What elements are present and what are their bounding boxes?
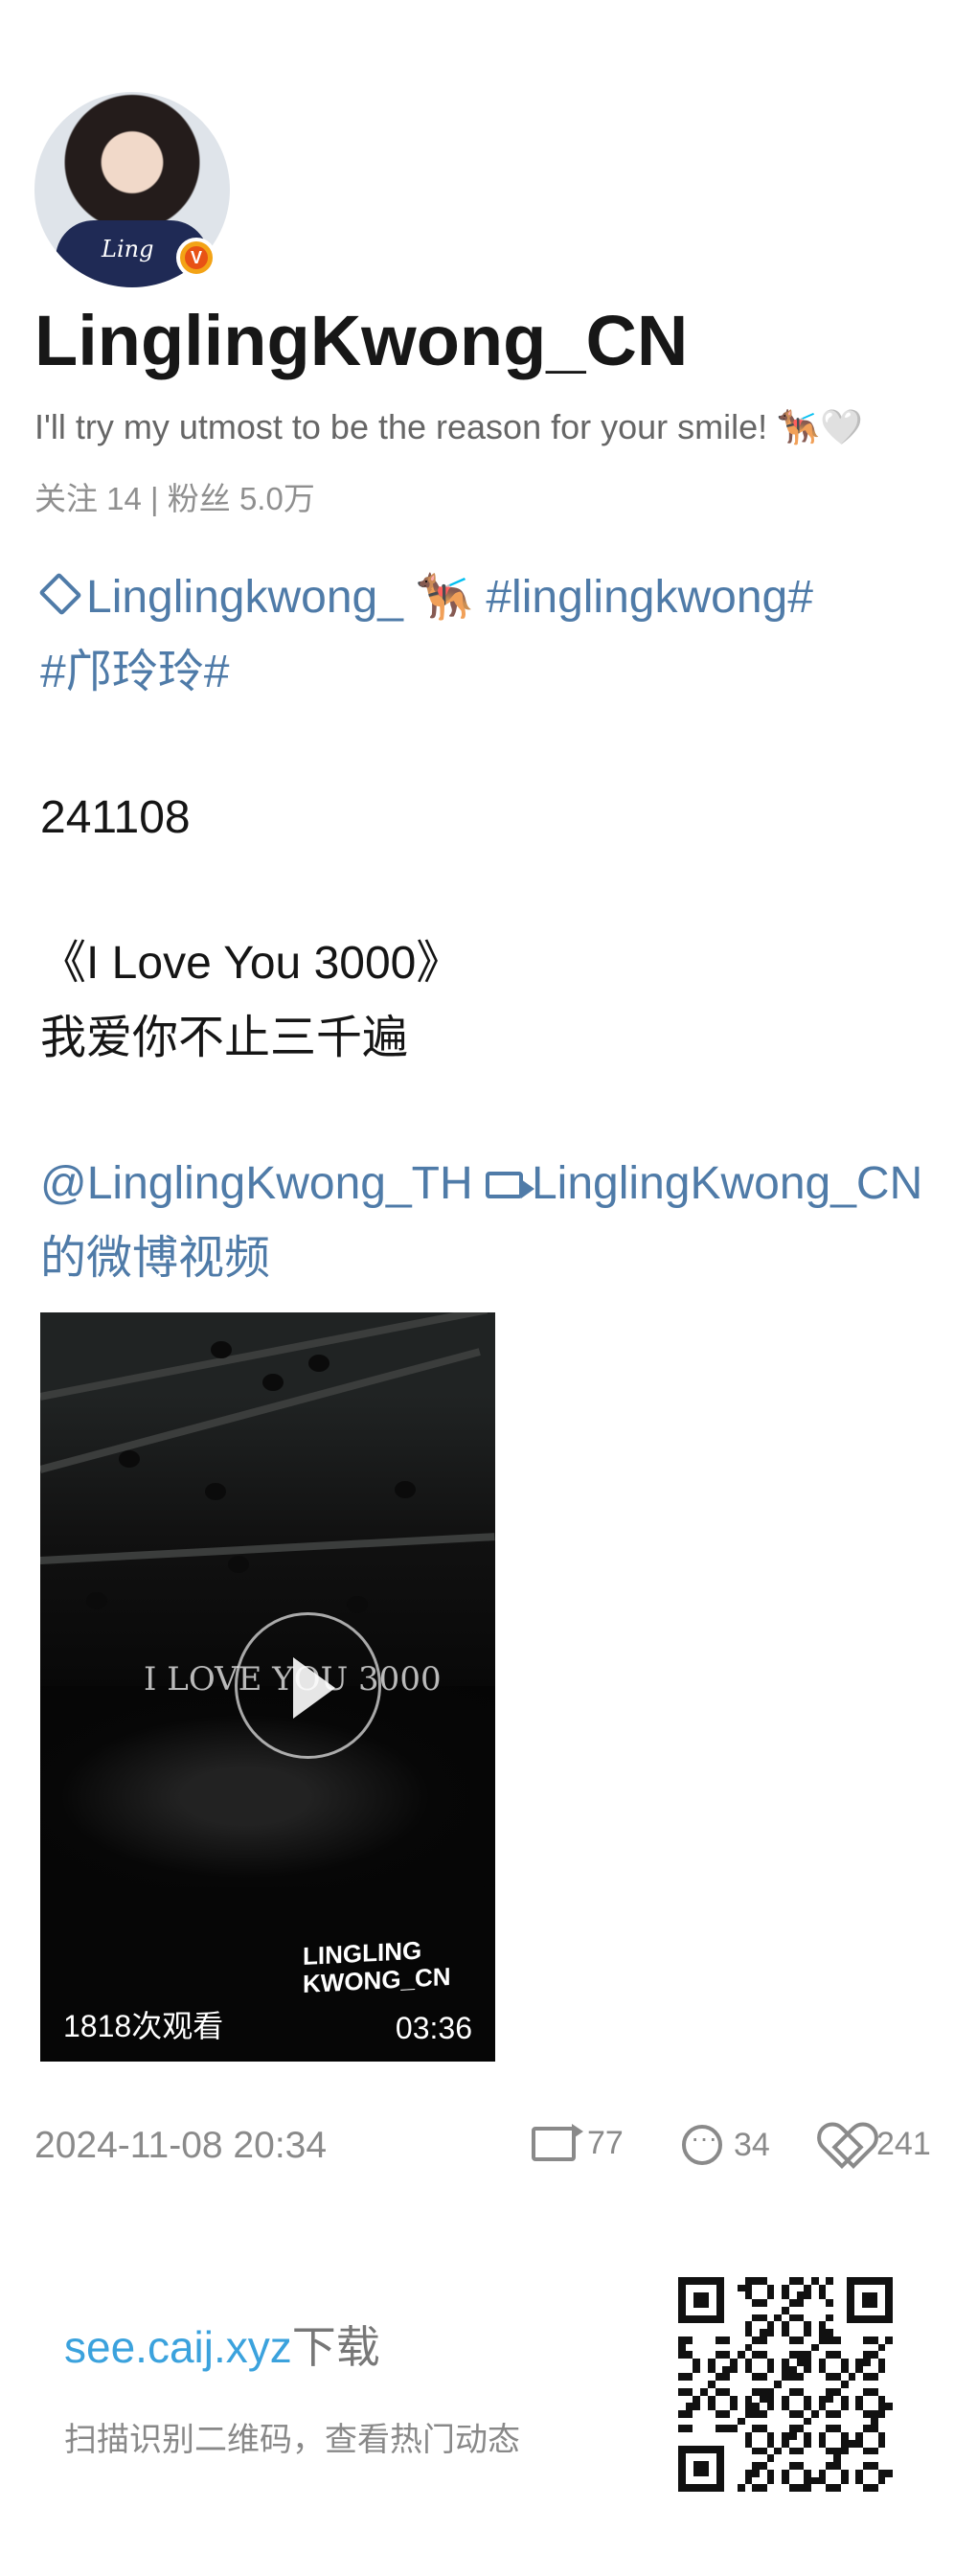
like-button[interactable]: 241 [823,2125,931,2163]
video-duration: 03:36 [395,2011,472,2045]
avatar-shirt-text: Ling [102,236,154,262]
video-link-suffix[interactable]: 的微博视频 [40,1221,950,1296]
comment-icon [682,2123,722,2165]
date-code: 241108 [40,792,191,843]
chinese-caption: 我爱你不止三千遍 [40,1013,409,1063]
video-link[interactable]: LinglingKwong_CN [532,1158,922,1209]
post-footer: 2024-11-08 20:34 77 34 241 [34,2123,943,2182]
diamond-icon [38,572,82,616]
song-title: 《I Love You 3000》 [40,938,463,989]
post-timestamp: 2024-11-08 20:34 [34,2125,328,2166]
profile-stats[interactable]: 关注 14 | 粉丝 5.0万 [34,473,315,519]
video-player[interactable]: I LOVE YOU 3000 LINGLING KWONG_CN 1818次观看… [40,1312,495,2062]
video-views: 1818次观看 [63,2009,224,2043]
qr-code[interactable] [678,2277,893,2492]
comment-button[interactable]: 34 [682,2123,770,2165]
download-link[interactable]: see.caij.xyz下载 [64,2313,380,2376]
profile-username[interactable]: LinglingKwong_CN [34,300,688,381]
repost-icon [532,2123,583,2161]
post-content: Linglingkwong_ 🐕‍🦺 #linglingkwong# #邝玲玲#… [38,560,950,1296]
heart-icon [823,2125,865,2163]
qr-tip: 扫描识别二维码，查看热门动态 [64,2422,520,2458]
qr-download-section: see.caij.xyz下载 扫描识别二维码，查看热门动态 [0,2232,977,2576]
mention-and-video-link[interactable]: @LinglingKwong_TH LinglingKwong_CN [40,1147,950,1221]
repost-button[interactable]: 77 [532,2123,624,2162]
play-icon[interactable] [235,1612,381,1759]
profile-bio: I'll try my utmost to be the reason for … [34,407,863,446]
mention-link[interactable]: @LinglingKwong_TH [40,1158,473,1209]
video-icon [485,1172,534,1198]
tag-line-1[interactable]: Linglingkwong_ 🐕‍🦺 #linglingkwong# [38,560,950,635]
video-watermark: LINGLING KWONG_CN [303,1935,451,1999]
verified-badge-icon: V [176,238,216,278]
tag-line-2[interactable]: #邝玲玲# [40,635,950,710]
